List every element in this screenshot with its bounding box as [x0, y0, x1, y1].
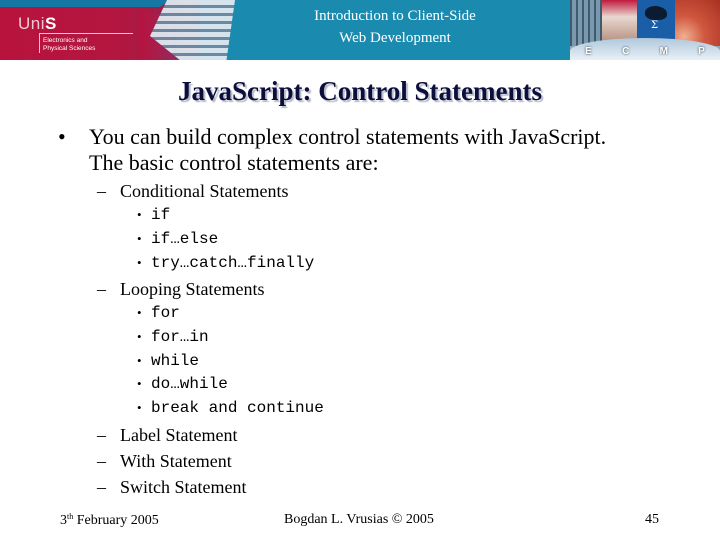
intro-line-2: The basic control statements are: — [89, 150, 379, 175]
unis-logo: UniS — [18, 14, 57, 34]
banner-top-band — [0, 0, 170, 7]
sigma-icon: Σ — [651, 20, 659, 31]
department-name: Electronics and Physical Sciences — [39, 33, 133, 53]
bullet-icon: • — [137, 400, 142, 415]
bullet-icon: • — [137, 231, 142, 246]
bullet-icon: • — [58, 124, 66, 149]
waveform-image — [570, 0, 602, 46]
ecmp-collage: Σ E C M P — [570, 0, 720, 60]
item-text: break and continue — [151, 399, 324, 417]
course-title: Introduction to Client-Side Web Developm… — [250, 5, 540, 49]
ecmp-letter-m: M — [659, 46, 668, 57]
item-text: while — [151, 352, 200, 370]
group-label: Switch Statement — [120, 477, 247, 497]
bullet-icon: • — [137, 255, 142, 270]
bullet-icon: • — [137, 376, 142, 391]
group-label: Label Statement — [120, 425, 238, 445]
intro-line-1: You can build complex control statements… — [89, 124, 607, 149]
bullet-icon: • — [137, 329, 142, 344]
footer-date: 3th February 2005 — [60, 512, 159, 529]
department-line-1: Electronics and — [43, 37, 88, 44]
date-rest: February 2005 — [73, 513, 159, 528]
dash-icon: – — [97, 425, 106, 445]
department-line-2: Physical Sciences — [43, 45, 96, 52]
item-text: for — [151, 304, 180, 322]
dolphin-icon — [645, 6, 667, 20]
dash-icon: – — [97, 181, 106, 201]
ecmp-letter-p: P — [698, 46, 705, 57]
group-label: With Statement — [120, 451, 232, 471]
ecmp-letters: E C M P — [570, 46, 720, 57]
group-label: Conditional Statements — [120, 181, 289, 201]
course-title-line-2: Web Development — [339, 30, 451, 46]
item-text: if — [151, 206, 171, 224]
footer-author: Bogdan L. Vrusias © 2005 — [284, 512, 434, 527]
bullet-icon: • — [137, 207, 142, 222]
dolphin-sigma-image: Σ — [637, 0, 675, 42]
item-text: do…while — [151, 375, 228, 393]
date-day: 3 — [60, 513, 67, 528]
intro-text: You can build complex control statements… — [89, 124, 689, 176]
header-banner: UniS Electronics and Physical Sciences I… — [0, 0, 720, 60]
group-label: Looping Statements — [120, 279, 265, 299]
person-image — [602, 0, 637, 42]
ecmp-letter-e: E — [585, 46, 592, 57]
logo-suffix: S — [45, 14, 57, 33]
bullet-icon: • — [137, 353, 142, 368]
dash-icon: – — [97, 279, 106, 299]
dash-icon: – — [97, 477, 106, 497]
ecmp-letter-c: C — [622, 46, 630, 57]
page-number: 45 — [645, 512, 659, 527]
course-title-line-1: Introduction to Client-Side — [314, 8, 476, 24]
logo-prefix: Uni — [18, 14, 46, 33]
bullet-icon: • — [137, 305, 142, 320]
dash-icon: – — [97, 451, 106, 471]
item-text: try…catch…finally — [151, 254, 315, 272]
item-text: for…in — [151, 328, 209, 346]
slide-title: JavaScript: Control Statements — [178, 76, 542, 106]
item-text: if…else — [151, 230, 219, 248]
